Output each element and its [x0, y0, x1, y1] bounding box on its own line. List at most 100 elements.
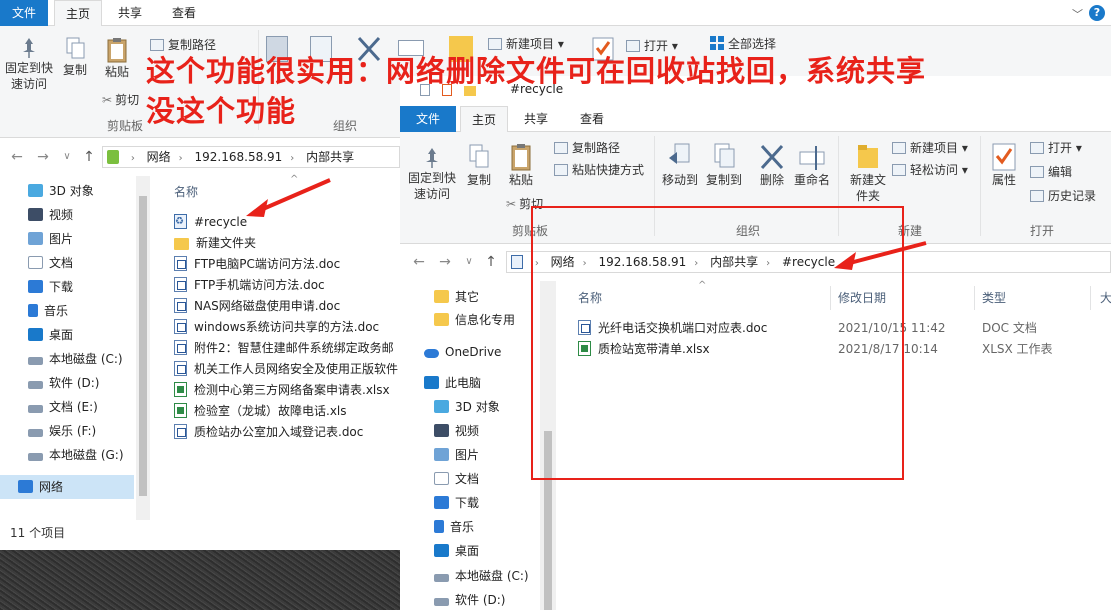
tab-home[interactable]: 主页 — [460, 106, 508, 132]
tab-file[interactable]: 文件 — [0, 0, 48, 26]
nav-item[interactable]: OneDrive — [424, 340, 501, 364]
nav-item[interactable]: 视频 — [434, 419, 479, 443]
column-header-type[interactable]: 类型 — [982, 286, 1006, 310]
properties-button[interactable]: 属性 — [986, 142, 1022, 188]
file-row[interactable]: 检验室（龙城）故障电话.xls — [174, 401, 347, 422]
nav-item[interactable]: 本地磁盘 (G:) — [28, 443, 124, 467]
file-row[interactable]: 质检站办公室加入域登记表.doc — [174, 422, 363, 443]
nav-item[interactable]: 文档 — [434, 467, 479, 491]
paste-button[interactable]: 粘贴 — [100, 36, 134, 80]
paste-button[interactable]: 粘贴 — [504, 142, 538, 188]
tab-share[interactable]: 共享 — [512, 106, 560, 132]
nav-item[interactable]: 音乐 — [434, 515, 474, 539]
tab-view[interactable]: 查看 — [566, 106, 618, 132]
pictures-icon — [434, 448, 449, 461]
back-arrow-icon[interactable]: ← — [408, 247, 430, 277]
nav-scrollbar[interactable] — [136, 176, 150, 520]
nav-item[interactable]: 本地磁盘 (C:) — [28, 347, 123, 371]
delete-button[interactable]: 删除 — [756, 140, 788, 188]
file-row[interactable]: 检测中心第三方网络备案申请表.xlsx — [174, 380, 390, 401]
pin-to-quick-access-button[interactable]: 固定到快速访问 — [4, 36, 54, 92]
copy-button[interactable]: 复制 — [60, 36, 90, 78]
nav-item[interactable]: 娱乐 (F:) — [28, 419, 96, 443]
word-doc-icon — [174, 361, 187, 376]
recent-chevron-icon[interactable]: ∨ — [458, 247, 480, 277]
nav-item[interactable]: 3D 对象 — [434, 395, 500, 419]
nav-item[interactable]: 文档 — [28, 251, 73, 275]
forward-arrow-icon[interactable]: → — [32, 142, 54, 172]
copy-path-button[interactable]: 复制路径 — [554, 140, 620, 156]
nav-item[interactable]: 文档 (E:) — [28, 395, 98, 419]
open-button[interactable]: 打开 ▾ — [1030, 140, 1082, 156]
column-header-size[interactable]: 大 — [1100, 286, 1111, 310]
nav-item[interactable]: 本地磁盘 (C:) — [434, 564, 529, 588]
nav-item[interactable]: 软件 (D:) — [434, 588, 505, 610]
nav-item[interactable]: 信息化专用 — [434, 308, 515, 332]
breadcrumb-separator: › — [130, 153, 135, 164]
edit-button[interactable]: 编辑 — [1030, 164, 1072, 180]
nav-item[interactable]: 视频 — [28, 203, 73, 227]
breadcrumb-item[interactable]: 192.168.58.91 — [195, 147, 283, 167]
file-row[interactable]: 新建文件夹 — [174, 233, 256, 254]
rename-button[interactable]: 重命名 — [794, 144, 830, 188]
breadcrumb-item[interactable]: 网络 — [147, 147, 171, 167]
copy-path-button[interactable]: 复制路径 — [150, 37, 216, 53]
file-row[interactable]: FTP电脑PC端访问方法.doc — [174, 254, 340, 275]
file-row[interactable]: FTP手机端访问方法.doc — [174, 275, 325, 296]
copy-to-button[interactable]: 复制到 — [704, 142, 744, 188]
nav-item[interactable]: 下载 — [28, 275, 73, 299]
nav-item[interactable]: 音乐 — [28, 299, 68, 323]
tab-file[interactable]: 文件 — [400, 106, 456, 132]
nav-item[interactable]: 下载 — [434, 491, 479, 515]
history-label: 历史记录 — [1048, 189, 1097, 203]
up-arrow-icon[interactable]: ↑ — [480, 247, 502, 277]
pin-to-quick-access-button[interactable]: 固定到快速访问 — [406, 146, 458, 202]
column-header-name[interactable]: 名称 — [174, 180, 198, 204]
tab-share[interactable]: 共享 — [106, 0, 154, 26]
file-row[interactable]: NAS网络磁盘使用申请.doc — [174, 296, 340, 317]
recent-chevron-icon[interactable]: ∨ — [56, 142, 78, 172]
cut-button[interactable]: ✂ 剪切 — [102, 92, 139, 108]
documents-icon — [434, 472, 449, 485]
nav-item[interactable]: 其它 — [434, 285, 479, 309]
drive-icon — [434, 574, 449, 582]
open-icon — [1030, 142, 1044, 154]
nav-item[interactable]: 软件 (D:) — [28, 371, 99, 395]
forward-arrow-icon[interactable]: → — [434, 247, 456, 277]
breadcrumb-item[interactable]: 内部共享 — [306, 147, 354, 167]
copy-path-label: 复制路径 — [572, 141, 621, 155]
scrollbar-thumb[interactable] — [139, 196, 147, 496]
tab-view[interactable]: 查看 — [158, 0, 210, 26]
history-button[interactable]: 历史记录 — [1030, 188, 1096, 204]
move-to-button[interactable]: 移动到 — [660, 142, 700, 188]
properties-label: 属性 — [991, 173, 1016, 187]
nav-item-network[interactable]: 网络 — [0, 475, 134, 499]
new-item-button[interactable]: 新建项目 ▾ — [488, 36, 564, 52]
copy-button[interactable]: 复制 — [464, 142, 494, 188]
pin-icon — [422, 146, 442, 170]
new-folder-button[interactable]: 新建文件夹 — [846, 142, 890, 204]
easy-access-button[interactable]: 轻松访问 ▾ — [892, 162, 968, 178]
up-arrow-icon[interactable]: ↑ — [78, 142, 100, 172]
nav-item[interactable]: 3D 对象 — [28, 179, 94, 203]
file-row[interactable]: 附件2：智慧住建邮件系统绑定政务邮 — [174, 338, 394, 359]
minimize-ribbon-icon[interactable]: ﹀ — [1072, 6, 1083, 22]
back-arrow-icon[interactable]: ← — [6, 142, 28, 172]
help-icon[interactable]: ? — [1089, 5, 1105, 21]
new-item-button[interactable]: 新建项目 ▾ — [892, 140, 968, 156]
nav-item[interactable]: 图片 — [434, 443, 479, 467]
breadcrumb[interactable]: › 网络 › 192.168.58.91 › 内部共享 — [102, 146, 400, 168]
paste-shortcut-button[interactable]: 粘贴快捷方式 — [554, 162, 644, 178]
nav-item[interactable]: 桌面 — [434, 539, 479, 563]
open-button[interactable]: 打开 ▾ — [626, 38, 678, 54]
tab-home[interactable]: 主页 — [54, 0, 102, 26]
select-all-button[interactable]: 全部选择 — [710, 36, 776, 52]
file-name: 机关工作人员网络安全及使用正版软件 — [194, 362, 399, 376]
file-row[interactable]: 机关工作人员网络安全及使用正版软件 — [174, 359, 398, 380]
file-row[interactable]: windows系统访问共享的方法.doc — [174, 317, 379, 338]
nav-item[interactable]: 此电脑 — [424, 371, 481, 395]
nav-item[interactable]: 桌面 — [28, 323, 73, 347]
word-doc-icon — [174, 424, 187, 439]
file-row[interactable]: #recycle — [174, 211, 247, 233]
nav-item[interactable]: 图片 — [28, 227, 73, 251]
